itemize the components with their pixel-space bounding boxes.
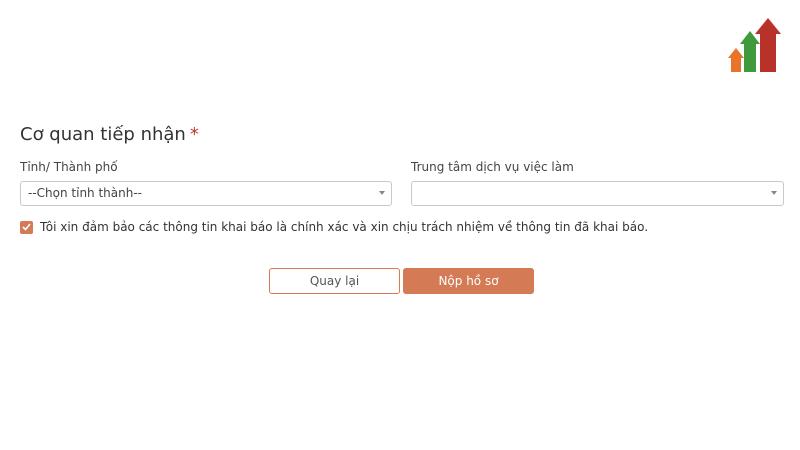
- application-form-page: Cơ quan tiếp nhận * Tỉnh/ Thành phố --Chọ…: [0, 0, 800, 450]
- province-selected-value: --Chọn tỉnh thành--: [28, 186, 143, 200]
- agreement-checkbox[interactable]: [20, 220, 33, 234]
- job-center-label: Trung tâm dịch vụ việc làm: [411, 160, 574, 174]
- province-label: Tỉnh/ Thành phố: [20, 160, 118, 174]
- job-center-select[interactable]: [411, 181, 784, 206]
- submit-button[interactable]: Nộp hồ sơ: [403, 268, 534, 294]
- back-button[interactable]: Quay lại: [269, 268, 400, 294]
- section-title-text: Cơ quan tiếp nhận: [20, 124, 186, 145]
- rising-arrows-logo-icon: [728, 16, 784, 74]
- agreement-row: Tôi xin đảm bảo các thông tin khai báo l…: [20, 220, 648, 234]
- province-select[interactable]: --Chọn tỉnh thành--: [20, 181, 392, 206]
- section-title: Cơ quan tiếp nhận *: [20, 124, 199, 145]
- chevron-down-icon: [379, 191, 385, 195]
- agreement-text: Tôi xin đảm bảo các thông tin khai báo l…: [40, 220, 649, 234]
- required-marker: *: [189, 124, 199, 145]
- chevron-down-icon: [771, 191, 777, 195]
- checkmark-icon: [22, 223, 31, 231]
